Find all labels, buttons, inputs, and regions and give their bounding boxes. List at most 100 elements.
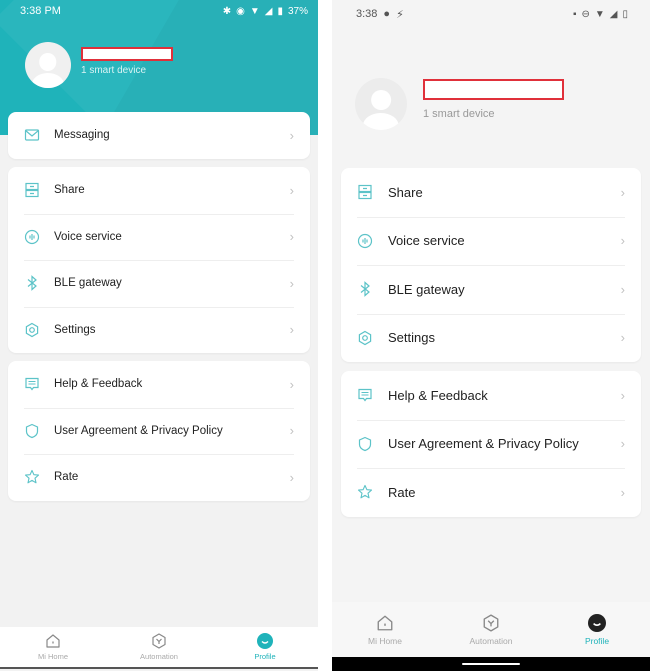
status-bar: 3:38 ● ⚡ ▪ ⊖ ▼ ◢ ▯: [332, 3, 650, 25]
menu-item-label: Rate: [54, 471, 79, 484]
wifi-icon: ▼: [594, 8, 605, 20]
voice-icon: [24, 229, 40, 245]
chevron-right-icon: ›: [289, 182, 294, 198]
battery-icon: ▯: [622, 8, 628, 20]
tab-mi-home[interactable]: Mi Home: [332, 602, 438, 657]
bluetooth-icon: [24, 275, 40, 291]
tab-label: Mi Home: [37, 652, 68, 661]
eye-icon: ◉: [236, 5, 245, 17]
profile-summary[interactable]: 1 smart device: [25, 42, 173, 88]
flash-icon: ⚡: [396, 8, 404, 21]
menu-item-rate[interactable]: Rate ›: [8, 454, 310, 501]
menu-item-label: Settings: [54, 323, 96, 336]
bottom-tab-bar: Mi Home Automation Profile: [332, 602, 650, 657]
device-count: 1 smart device: [423, 107, 495, 120]
menu-item-label: Share: [388, 184, 423, 200]
chevron-right-icon: ›: [289, 275, 294, 291]
menu-item-label: Voice service: [388, 233, 465, 249]
menu-item-voice-service[interactable]: Voice service ›: [341, 216, 641, 266]
menu-item-help-feedback[interactable]: Help & Feedback ›: [341, 371, 641, 420]
bluetooth-icon: [357, 281, 373, 297]
dnd-icon: ⊖: [581, 8, 590, 20]
signal-icon: ◢: [264, 5, 273, 17]
automation-icon: [482, 614, 500, 632]
chevron-right-icon: ›: [289, 469, 294, 485]
star-icon: [24, 469, 40, 485]
wifi-icon: ▼: [249, 5, 260, 17]
menu-item-label: Rate: [388, 484, 416, 500]
share-icon: [357, 184, 373, 200]
redacted-username: [81, 46, 173, 61]
pocket-casts-icon: ●: [383, 8, 391, 20]
bottom-tab-bar: Mi Home Automation Profile: [0, 627, 318, 669]
menu-item-settings[interactable]: Settings ›: [341, 313, 641, 363]
vibrate-icon: ▪: [572, 8, 577, 20]
feedback-icon: [24, 376, 40, 392]
menu-item-voice-service[interactable]: Voice service ›: [8, 213, 310, 261]
redacted-username: [423, 78, 564, 100]
star-icon: [357, 484, 373, 500]
status-time: 3:38: [356, 8, 378, 20]
menu-item-label: Settings: [388, 330, 435, 346]
voice-icon: [357, 233, 373, 249]
battery-percent: 37%: [287, 5, 308, 17]
menu-item-share[interactable]: Share ›: [8, 167, 310, 214]
chevron-right-icon: ›: [289, 376, 294, 392]
tab-profile[interactable]: Profile: [544, 602, 650, 657]
chevron-right-icon: ›: [620, 184, 625, 200]
chevron-right-icon: ›: [620, 484, 625, 500]
profile-icon: [588, 613, 606, 632]
avatar[interactable]: [355, 78, 407, 130]
status-bar: 3:38 PM ✱ ◉ ▼ ◢ ▮ 37%: [0, 0, 318, 22]
tab-profile[interactable]: Profile: [212, 627, 318, 667]
profile-summary[interactable]: 1 smart device: [355, 78, 564, 130]
menu-item-ble-gateway[interactable]: BLE gateway ›: [341, 265, 641, 314]
menu-item-label: Help & Feedback: [54, 378, 143, 391]
menu-item-user-agreement[interactable]: User Agreement & Privacy Policy ›: [8, 407, 310, 455]
menu-item-label: BLE gateway: [388, 281, 465, 297]
left-phone-screen: 3:38 PM ✱ ◉ ▼ ◢ ▮ 37% 1 smart device Mes…: [0, 0, 318, 671]
menu-item-messaging[interactable]: Messaging ›: [8, 112, 310, 159]
avatar[interactable]: [25, 42, 71, 88]
menu-item-label: User Agreement & Privacy Policy: [388, 436, 579, 452]
menu-item-label: BLE gateway: [54, 277, 122, 290]
menu-card-messaging: Messaging ›: [8, 112, 310, 159]
tab-automation[interactable]: Automation: [106, 627, 212, 667]
settings-icon: [24, 322, 40, 338]
system-navigation-bar: [332, 657, 650, 671]
chevron-right-icon: ›: [620, 436, 625, 452]
menu-item-label: User Agreement & Privacy Policy: [54, 424, 223, 437]
menu-item-label: Share: [54, 184, 85, 197]
signal-icon: ◢: [609, 8, 618, 20]
shield-icon: [24, 423, 40, 439]
menu-item-settings[interactable]: Settings ›: [8, 306, 310, 354]
shield-icon: [357, 436, 373, 452]
profile-icon: [257, 633, 273, 649]
feedback-icon: [357, 387, 373, 403]
home-icon: [376, 614, 394, 632]
home-icon: [45, 633, 61, 649]
menu-item-label: Messaging: [54, 129, 110, 142]
status-time: 3:38 PM: [20, 5, 61, 17]
menu-item-share[interactable]: Share ›: [341, 168, 641, 217]
menu-item-user-agreement[interactable]: User Agreement & Privacy Policy ›: [341, 419, 641, 469]
chevron-right-icon: ›: [620, 281, 625, 297]
tab-label: Automation: [140, 652, 178, 661]
bluetooth-icon: ✱: [222, 5, 232, 17]
tab-label: Mi Home: [367, 635, 402, 646]
home-gesture-handle[interactable]: [462, 663, 520, 665]
menu-card-services: Share › Voice service › BLE gateway › Se…: [341, 168, 641, 362]
settings-icon: [357, 330, 373, 346]
menu-item-rate[interactable]: Rate ›: [341, 468, 641, 517]
menu-item-ble-gateway[interactable]: BLE gateway ›: [8, 260, 310, 307]
chevron-right-icon: ›: [620, 233, 625, 249]
tab-automation[interactable]: Automation: [438, 602, 544, 657]
tab-label: Profile: [254, 652, 276, 661]
menu-card-services: Share › Voice service › BLE gateway › Se…: [8, 167, 310, 353]
chevron-right-icon: ›: [620, 330, 625, 346]
tab-label: Automation: [469, 635, 513, 646]
menu-card-support: Help & Feedback › User Agreement & Priva…: [8, 361, 310, 501]
menu-item-help-feedback[interactable]: Help & Feedback ›: [8, 361, 310, 408]
menu-item-label: Voice service: [54, 230, 122, 243]
tab-mi-home[interactable]: Mi Home: [0, 627, 106, 667]
